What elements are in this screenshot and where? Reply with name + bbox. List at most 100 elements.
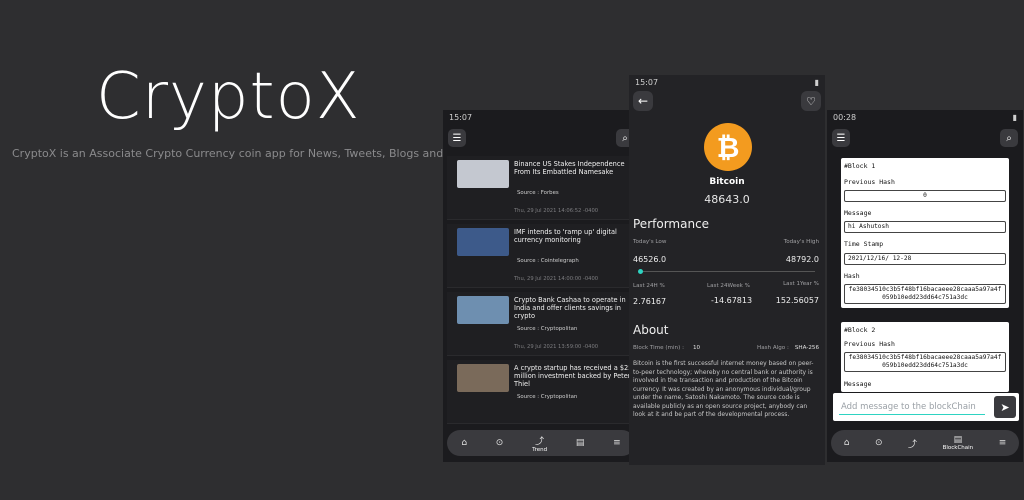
todays-low-value: 46526.0 xyxy=(633,255,667,264)
todays-low-label: Today's Low xyxy=(633,239,667,245)
timestamp-label: Time Stamp xyxy=(844,240,884,248)
status-time: 00:28 xyxy=(833,112,857,122)
block-time-value: 10 xyxy=(693,345,701,351)
nav-blockchain-label: BlockChain xyxy=(942,445,974,451)
performance-heading: Performance xyxy=(633,217,710,231)
news-item[interactable]: Crypto Bank Cashaa to operate in India a… xyxy=(447,292,635,356)
status-bar: 15:07 ▮ xyxy=(443,110,639,124)
arrow-left-icon: ← xyxy=(637,94,649,108)
last24week-value: -14.67813 xyxy=(711,296,753,305)
bottom-nav: ⌂ ⊙ ⤴ ▤ BlockChain ≡ xyxy=(831,430,1019,456)
news-source: Source : Forbes xyxy=(517,190,559,196)
trend-icon: ⤴ xyxy=(908,439,918,450)
home-icon: ⌂ xyxy=(461,438,468,448)
message-label: Message xyxy=(844,380,872,388)
document-icon: ▤ xyxy=(953,435,963,445)
news-item[interactable]: IMF intends to 'ramp up' digital currenc… xyxy=(447,224,635,288)
price-range-knob xyxy=(638,269,643,274)
prev-hash-label: Previous Hash xyxy=(844,340,895,348)
phone-blockchain-screen: 00:28 ▮ ☰ ⌕ #Block 1 Previous Hash 0 Mes… xyxy=(827,110,1023,462)
menu-icon: ☰ xyxy=(452,132,462,144)
nav-coins[interactable]: ⊙ xyxy=(496,438,504,448)
news-date: Thu, 29 Jul 2021 14:06:52 -0400 xyxy=(514,208,599,214)
status-bar: 15:07 ▮ xyxy=(629,75,825,89)
message-input-bar: Add message to the blockChain ➤ xyxy=(833,393,1019,421)
timestamp-value: 2021/12/16/ 12-28 xyxy=(844,253,1006,265)
wifi-icon: ▮ xyxy=(1012,112,1017,122)
status-icons: ▮ xyxy=(1013,113,1017,122)
news-thumbnail xyxy=(457,228,509,256)
prev-hash-label: Previous Hash xyxy=(844,178,895,186)
input-underline xyxy=(839,414,985,415)
status-time: 15:07 xyxy=(635,77,659,87)
phone-news-screen: 15:07 ▮ ☰ ⌕ Binance US Stakes Independen… xyxy=(443,110,639,462)
prev-hash-value: fe38034510c3b5f48bf16bacaeee28caaa5a97a4… xyxy=(844,352,1006,372)
status-time: 15:07 xyxy=(449,112,473,122)
last24week-label: Last 24Week % xyxy=(707,283,750,289)
news-date: Thu, 29 Jul 2021 14:00:00 -0400 xyxy=(514,276,599,282)
nav-blockchain[interactable]: ▤ xyxy=(576,438,585,448)
send-icon: ➤ xyxy=(1000,400,1010,414)
block-label: #Block 2 xyxy=(844,326,876,334)
message-label: Message xyxy=(844,209,872,217)
nav-home[interactable]: ⌂ xyxy=(844,438,850,448)
menu-button[interactable]: ☰ xyxy=(832,129,850,147)
search-icon: ⌕ xyxy=(1006,132,1012,144)
news-item[interactable]: Binance US Stakes Independence From Its … xyxy=(447,156,635,220)
search-icon: ⌕ xyxy=(622,132,628,144)
news-source: Source : Cryptopolitan xyxy=(517,394,578,400)
news-source: Source : Cryptopolitan xyxy=(517,326,578,332)
menu-button[interactable]: ☰ xyxy=(448,129,466,147)
nav-blockchain[interactable]: ▤ BlockChain xyxy=(943,435,974,451)
news-title: IMF intends to 'ramp up' digital currenc… xyxy=(514,228,617,244)
last1year-value: 152.56057 xyxy=(775,296,819,305)
app-title: CryptoX xyxy=(96,60,361,134)
coin-price: 48643.0 xyxy=(704,193,750,206)
back-button[interactable]: ← xyxy=(633,91,653,111)
prev-hash-value: 0 xyxy=(844,190,1006,202)
nav-coins[interactable]: ⊙ xyxy=(875,438,883,448)
message-input[interactable]: Add message to the blockChain xyxy=(841,402,976,412)
search-button[interactable]: ⌕ xyxy=(1000,129,1018,147)
news-item[interactable]: A crypto startup has received a $25 mill… xyxy=(447,360,635,424)
about-text: Bitcoin is the first successful internet… xyxy=(633,360,814,418)
heart-icon: ♡ xyxy=(806,94,816,108)
bitcoin-logo-icon: ₿ xyxy=(704,123,752,171)
last1year-label: Last 1Year % xyxy=(783,281,819,287)
battery-icon: ▮ xyxy=(814,77,819,87)
coin-name: Bitcoin xyxy=(709,177,745,187)
nav-more[interactable]: ≡ xyxy=(999,438,1007,448)
message-value: hi Ashutosh xyxy=(844,221,1006,233)
nav-trend[interactable]: ⤴ xyxy=(908,437,917,450)
news-thumbnail xyxy=(457,364,509,392)
coin-icon: ⊙ xyxy=(874,438,883,448)
block-card: #Block 1 Previous Hash 0 Message hi Ashu… xyxy=(841,158,1009,308)
status-icons: ▮ xyxy=(815,78,819,87)
todays-high-value: 48792.0 xyxy=(785,255,819,264)
about-heading: About xyxy=(633,323,669,337)
document-icon: ▤ xyxy=(575,438,585,448)
news-title: A crypto startup has received a $25 mill… xyxy=(514,364,633,388)
price-range-slider xyxy=(639,271,815,272)
trend-icon: ⤴ xyxy=(535,436,545,447)
last24h-label: Last 24H % xyxy=(633,283,665,289)
last24h-value: 2.76167 xyxy=(633,297,667,306)
news-source: Source : Cointelegraph xyxy=(517,258,579,264)
block-card: #Block 2 Previous Hash fe38034510c3b5f48… xyxy=(841,322,1009,392)
block-label: #Block 1 xyxy=(844,162,876,170)
news-thumbnail xyxy=(457,296,509,324)
nav-trend-label: Trend xyxy=(532,446,548,453)
home-icon: ⌂ xyxy=(843,438,850,448)
hash-algo-value: SHA-256 xyxy=(794,345,819,351)
hash-label: Hash xyxy=(844,272,860,280)
todays-high-label: Today's High xyxy=(783,239,819,245)
nav-home[interactable]: ⌂ xyxy=(461,438,467,448)
status-bar: 00:28 ▮ xyxy=(827,110,1023,124)
coin-icon: ⊙ xyxy=(495,438,504,448)
favorite-button[interactable]: ♡ xyxy=(801,91,821,111)
nav-trend[interactable]: ⤴ Trend xyxy=(532,434,547,453)
send-button[interactable]: ➤ xyxy=(994,396,1016,418)
hash-algo-label: Hash Algo : xyxy=(757,345,789,351)
block-time-label: Block Time (min) : xyxy=(633,345,684,351)
nav-more[interactable]: ≡ xyxy=(613,438,621,448)
